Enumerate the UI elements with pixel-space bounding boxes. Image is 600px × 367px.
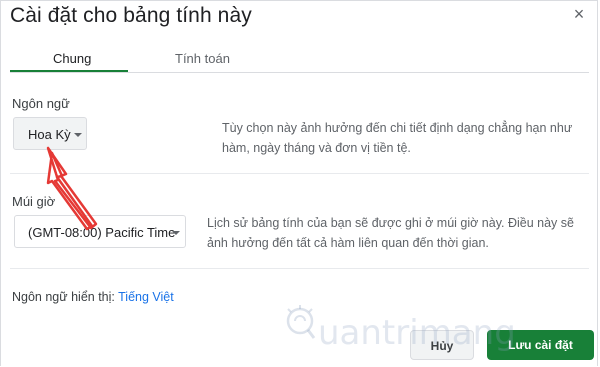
watermark-logo-icon: [286, 305, 316, 339]
display-language-label: Ngôn ngữ hiển thị:: [12, 290, 115, 304]
locale-description: Tùy chọn này ảnh hưởng đến chi tiết định…: [222, 121, 573, 155]
tab-general[interactable]: Chung: [53, 51, 91, 66]
close-icon[interactable]: ×: [570, 4, 588, 24]
section-divider: [10, 173, 589, 174]
display-language-line: Ngôn ngữ hiển thị: Tiếng Việt: [12, 290, 174, 304]
locale-dropdown[interactable]: Hoa Kỳ: [13, 117, 87, 150]
caret-down-icon: [172, 231, 180, 235]
timezone-dropdown[interactable]: (GMT-08:00) Pacific Time: [14, 215, 186, 248]
timezone-description: Lịch sử bảng tính của bạn sẽ được ghi ở …: [207, 216, 574, 250]
tab-divider: [10, 72, 589, 73]
section-divider: [10, 268, 589, 269]
locale-selected-value: Hoa Kỳ: [28, 127, 71, 142]
timezone-selected-value: (GMT-08:00) Pacific Time: [28, 225, 176, 240]
locale-label: Ngôn ngữ: [12, 96, 70, 111]
timezone-label: Múi giờ: [12, 194, 56, 209]
watermark-text: uantrimang: [318, 313, 516, 353]
display-language-link[interactable]: Tiếng Việt: [118, 290, 174, 304]
tab-calculation[interactable]: Tính toán: [175, 51, 230, 66]
dialog-title: Cài đặt cho bảng tính này: [10, 4, 252, 27]
caret-down-icon: [74, 133, 82, 137]
